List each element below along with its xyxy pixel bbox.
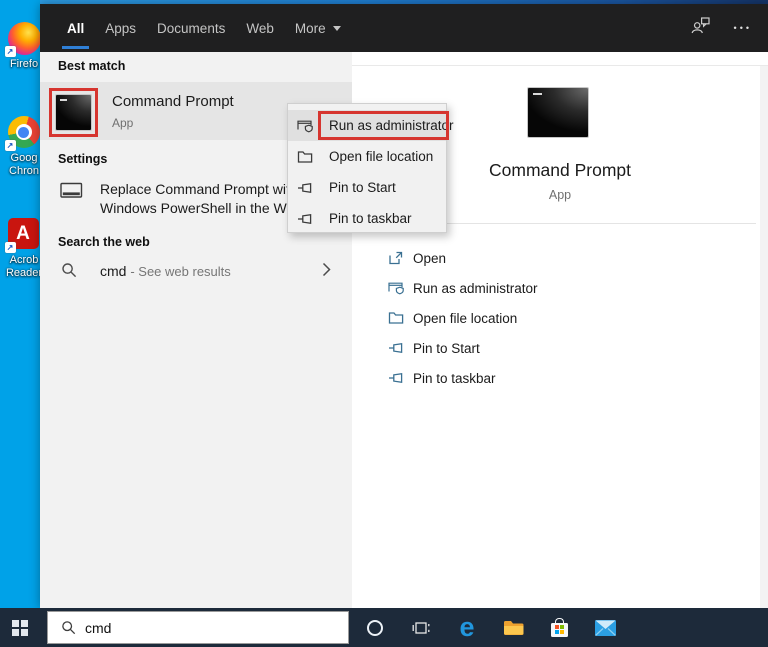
shortcut-arrow-icon: ↗ xyxy=(5,46,16,57)
taskbar-search-input[interactable] xyxy=(85,620,315,636)
file-explorer-icon xyxy=(503,619,524,636)
pin-icon xyxy=(297,180,314,196)
action-run-as-administrator[interactable]: Run as administrator xyxy=(352,273,768,303)
action-pin-to-taskbar[interactable]: Pin to taskbar xyxy=(352,363,768,393)
run-as-admin-icon xyxy=(297,118,314,134)
taskbar: e xyxy=(0,608,768,647)
start-button[interactable] xyxy=(0,608,40,647)
search-icon xyxy=(61,620,76,635)
menu-item-run-as-administrator[interactable]: Run as administrator xyxy=(288,110,446,141)
task-view-icon xyxy=(412,619,430,637)
tab-more[interactable]: More xyxy=(295,4,341,52)
edge-icon: e xyxy=(459,614,474,641)
shortcut-arrow-icon: ↗ xyxy=(5,242,16,253)
result-title: Command Prompt xyxy=(112,93,234,110)
web-search-result[interactable]: cmd - See web results xyxy=(40,256,352,288)
more-options-icon[interactable]: ••• xyxy=(734,23,752,33)
tab-all[interactable]: All xyxy=(67,4,84,52)
task-view-button[interactable] xyxy=(398,608,444,647)
settings-result-item[interactable]: Replace Command Prompt with Windows Powe… xyxy=(100,180,298,218)
taskbar-search-box[interactable] xyxy=(47,611,349,644)
pin-icon xyxy=(388,370,405,386)
panel-separator xyxy=(352,65,768,66)
preview-actions-list: Open Run as administrator xyxy=(352,243,768,393)
search-icon xyxy=(61,262,77,283)
shortcut-arrow-icon: ↗ xyxy=(5,140,16,151)
chevron-down-icon xyxy=(333,26,341,31)
windows-logo-icon xyxy=(12,620,28,636)
web-suffix-text: - See web results xyxy=(130,264,230,279)
store-icon xyxy=(551,623,568,637)
web-query-text: cmd xyxy=(100,263,126,279)
menu-item-open-file-location[interactable]: Open file location xyxy=(288,141,446,172)
action-pin-to-start[interactable]: Pin to Start xyxy=(352,333,768,363)
command-prompt-icon xyxy=(55,94,92,131)
action-open[interactable]: Open xyxy=(352,243,768,273)
folder-icon xyxy=(297,149,314,165)
edge-button[interactable]: e xyxy=(444,608,490,647)
console-window-icon xyxy=(60,182,83,204)
tab-web[interactable]: Web xyxy=(246,4,274,52)
cortana-button[interactable] xyxy=(352,608,398,647)
run-as-admin-icon xyxy=(388,280,405,296)
chevron-right-icon[interactable] xyxy=(322,262,331,282)
open-window-icon xyxy=(388,250,405,266)
tab-documents[interactable]: Documents xyxy=(157,4,225,52)
feedback-person-icon[interactable] xyxy=(691,17,710,39)
context-menu: Run as administrator Open file location … xyxy=(287,103,447,233)
result-subtitle: App xyxy=(112,116,133,130)
cortana-icon xyxy=(367,620,383,636)
mail-button[interactable] xyxy=(582,608,628,647)
action-open-file-location[interactable]: Open file location xyxy=(352,303,768,333)
command-prompt-icon-large xyxy=(527,87,589,138)
menu-item-pin-to-taskbar[interactable]: Pin to taskbar xyxy=(288,203,446,234)
search-tab-bar: All Apps Documents Web More ••• xyxy=(40,4,768,52)
search-the-web-header: Search the web xyxy=(58,235,150,249)
mail-icon xyxy=(595,620,616,636)
best-match-header: Best match xyxy=(58,59,125,73)
settings-header: Settings xyxy=(58,152,107,166)
folder-icon xyxy=(388,310,405,326)
tab-apps[interactable]: Apps xyxy=(105,4,136,52)
search-flyout-window: All Apps Documents Web More ••• Best mat… xyxy=(40,4,768,608)
menu-item-pin-to-start[interactable]: Pin to Start xyxy=(288,172,446,203)
store-button[interactable] xyxy=(536,608,582,647)
pin-icon xyxy=(297,211,314,227)
pin-icon xyxy=(388,340,405,356)
file-explorer-button[interactable] xyxy=(490,608,536,647)
